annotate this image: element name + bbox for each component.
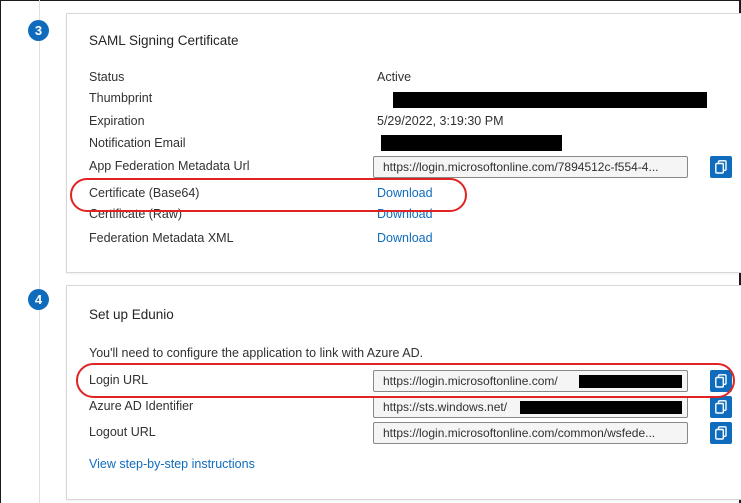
cert-base64-download-link[interactable]: Download (377, 186, 433, 200)
notification-email-label: Notification Email (89, 136, 186, 150)
cert-raw-label: Certificate (Raw) (89, 207, 183, 221)
copy-icon (715, 160, 727, 174)
copy-icon (715, 400, 727, 414)
azure-ad-identifier-value: https://sts.windows.net/ (383, 400, 508, 414)
copy-icon (715, 426, 727, 440)
view-instructions-link[interactable]: View step-by-step instructions (89, 457, 255, 471)
thumbprint-row: Thumbprint (89, 88, 741, 110)
azure-ad-identifier-label: Azure AD Identifier (89, 399, 194, 413)
notification-email-redaction (381, 135, 562, 151)
status-row: Status Active (89, 67, 741, 89)
logout-url-label: Logout URL (89, 425, 156, 439)
image-border-top (0, 0, 741, 1)
cert-base64-row: Certificate (Base64) Download (89, 183, 741, 205)
federation-xml-download-link[interactable]: Download (377, 231, 433, 245)
card-title: Set up Edunio (89, 307, 174, 322)
metadata-url-row: App Federation Metadata Url https://logi… (89, 156, 741, 178)
cert-base64-label: Certificate (Base64) (89, 186, 200, 200)
status-value: Active (377, 70, 412, 84)
cert-raw-row: Certificate (Raw) Download (89, 204, 741, 226)
metadata-url-label: App Federation Metadata Url (89, 159, 250, 173)
login-url-value: https://login.microsoftonline.com/ (383, 374, 558, 388)
step-4-badge: 4 (28, 289, 49, 310)
thumbprint-redaction (393, 92, 707, 108)
copy-login-url-button[interactable] (710, 370, 732, 392)
step-connector-line (39, 0, 40, 503)
azure-ad-identifier-redaction (520, 401, 682, 414)
copy-metadata-url-button[interactable] (710, 156, 732, 178)
notification-email-row: Notification Email (89, 133, 741, 155)
setup-description: You'll need to configure the application… (89, 346, 424, 360)
azure-ad-identifier-row: Azure AD Identifier https://sts.windows.… (89, 396, 741, 418)
logout-url-row: Logout URL https://login.microsoftonline… (89, 422, 741, 444)
expiration-row: Expiration 5/29/2022, 3:19:30 PM (89, 111, 741, 133)
thumbprint-label: Thumbprint (89, 91, 153, 105)
saml-signing-certificate-card: SAML Signing Certificate Status Active T… (66, 13, 741, 273)
status-label: Status (89, 70, 125, 84)
copy-azure-ad-identifier-button[interactable] (710, 396, 732, 418)
logout-url-field[interactable]: https://login.microsoftonline.com/common… (373, 422, 688, 444)
step-3-badge: 3 (28, 20, 49, 41)
federation-xml-row: Federation Metadata XML Download (89, 228, 741, 250)
card-title: SAML Signing Certificate (89, 33, 239, 48)
cert-raw-download-link[interactable]: Download (377, 207, 433, 221)
login-url-label: Login URL (89, 373, 149, 387)
image-border-left (0, 0, 1, 503)
expiration-label: Expiration (89, 114, 145, 128)
federation-xml-label: Federation Metadata XML (89, 231, 234, 245)
copy-logout-url-button[interactable] (710, 422, 732, 444)
login-url-redaction (579, 375, 682, 388)
login-url-row: Login URL https://login.microsoftonline.… (89, 370, 741, 392)
expiration-value: 5/29/2022, 3:19:30 PM (377, 114, 504, 128)
copy-icon (715, 374, 727, 388)
setup-app-card: Set up Edunio You'll need to configure t… (66, 285, 741, 500)
metadata-url-field[interactable]: https://login.microsoftonline.com/789451… (373, 156, 688, 178)
